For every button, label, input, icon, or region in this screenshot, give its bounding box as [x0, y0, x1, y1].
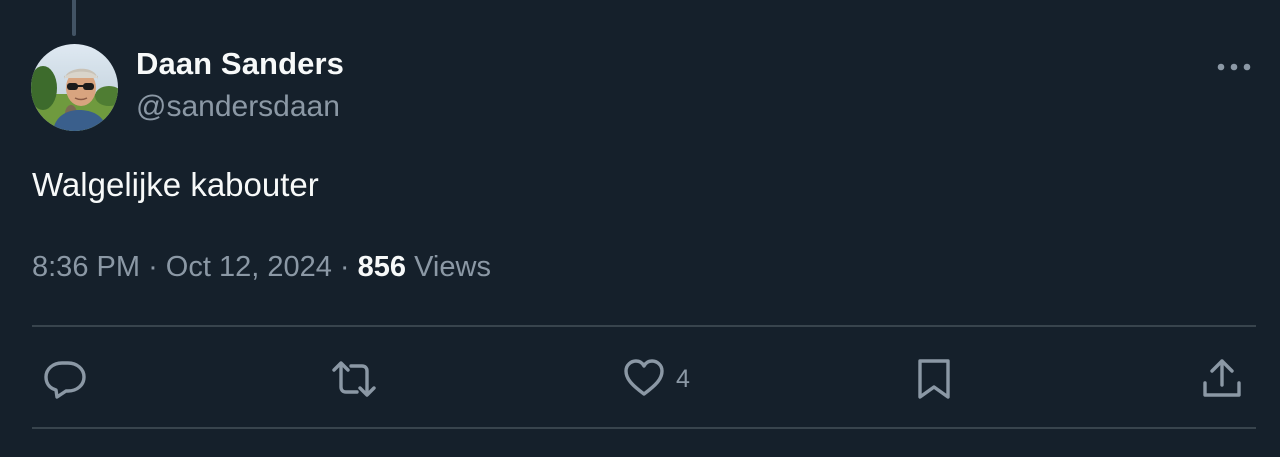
- reply-button[interactable]: [42, 357, 88, 401]
- tweet-time[interactable]: 8:36 PM: [32, 251, 140, 283]
- like-button[interactable]: 4: [622, 357, 690, 401]
- more-dots-icon: [1217, 63, 1251, 71]
- tweet-detail: Daan Sanders @sandersdaan Walgelijke kab…: [0, 0, 1280, 457]
- like-count: 4: [676, 364, 690, 393]
- divider: [32, 325, 1256, 327]
- more-options-button[interactable]: [1212, 52, 1256, 82]
- divider: [32, 427, 1256, 429]
- tweet-text: Walgelijke kabouter: [32, 166, 319, 203]
- avatar-photo-icon: [31, 44, 118, 131]
- meta-separator: ·: [339, 251, 350, 283]
- author-name[interactable]: Daan Sanders: [136, 46, 344, 82]
- heart-icon: [624, 359, 664, 396]
- bookmark-button[interactable]: [915, 357, 953, 401]
- author-handle[interactable]: @sandersdaan: [136, 90, 340, 124]
- thread-connector-line: [72, 0, 76, 36]
- avatar[interactable]: [31, 44, 118, 131]
- repost-button[interactable]: [330, 357, 378, 401]
- tweet-date[interactable]: Oct 12, 2024: [166, 251, 332, 283]
- share-button[interactable]: [1200, 357, 1244, 401]
- meta-separator: ·: [148, 251, 158, 283]
- repost-icon: [332, 361, 376, 397]
- views-label: Views: [414, 251, 491, 283]
- share-icon: [1203, 359, 1241, 397]
- tweet-meta: 8:36 PM · Oct 12, 2024 · 856 Views: [32, 251, 491, 284]
- views-count[interactable]: 856: [358, 251, 406, 283]
- bookmark-icon: [918, 359, 950, 399]
- reply-icon: [44, 361, 86, 399]
